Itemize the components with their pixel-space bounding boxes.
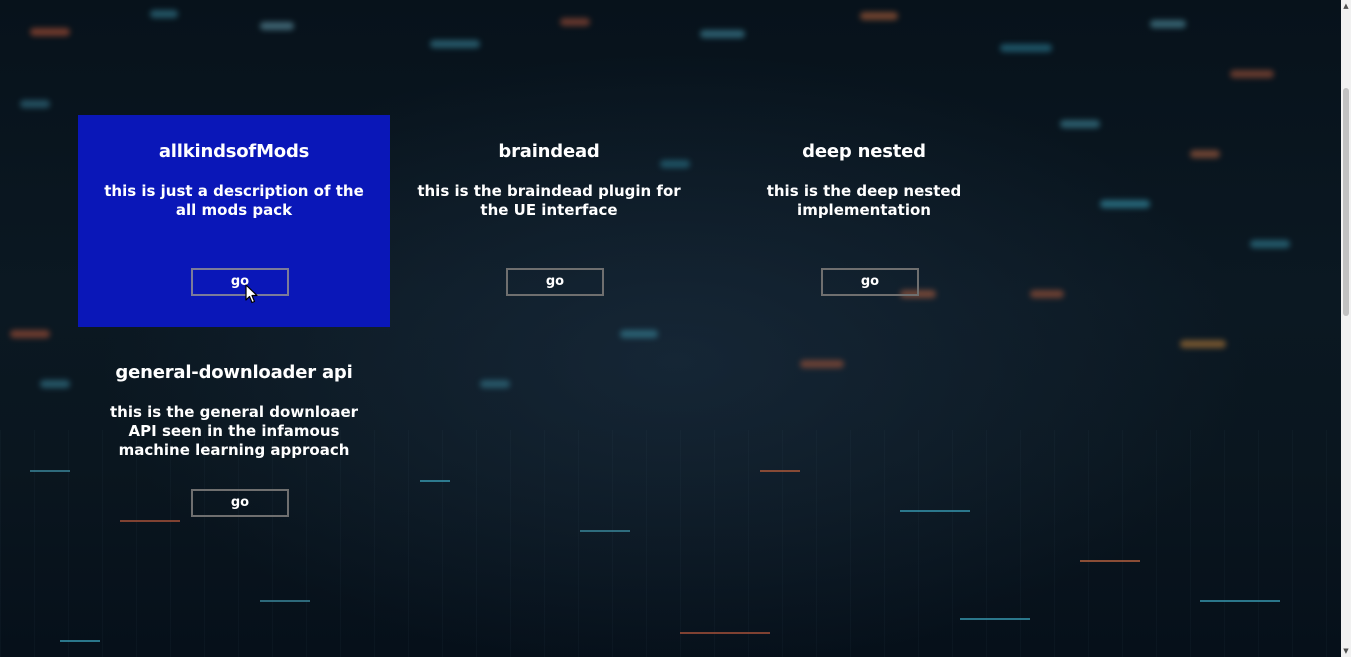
card-title: deep nested xyxy=(802,141,926,162)
card-title: general-downloader api xyxy=(115,362,353,383)
background-blip xyxy=(430,40,480,48)
scroll-down-arrow-icon[interactable]: ▼ xyxy=(1341,645,1351,657)
floor-streak xyxy=(60,640,100,642)
background-blip xyxy=(30,28,70,36)
card-description: this is just a description of the all mo… xyxy=(104,182,364,219)
floor-streak xyxy=(960,618,1030,620)
scrollbar-thumb[interactable] xyxy=(1343,88,1349,316)
background-blip xyxy=(260,22,294,30)
floor-streak xyxy=(680,632,770,634)
background-blip xyxy=(1180,340,1226,348)
background-blip xyxy=(1150,20,1186,28)
floor-streak xyxy=(30,470,70,472)
background-blip xyxy=(1250,240,1290,248)
vertical-scrollbar[interactable]: ▲ ▼ xyxy=(1341,0,1351,657)
background-blip xyxy=(1060,120,1100,128)
scroll-up-arrow-icon[interactable]: ▲ xyxy=(1341,0,1351,12)
data-stream-background xyxy=(0,0,1341,657)
background-blip xyxy=(1000,44,1052,52)
go-button[interactable]: go xyxy=(191,268,289,296)
background-blip xyxy=(560,18,590,26)
mod-card-deep-nested[interactable]: deep nested this is the deep nested impl… xyxy=(708,115,1020,327)
go-button[interactable]: go xyxy=(506,268,604,296)
floor-streak xyxy=(1080,560,1140,562)
floor-streak xyxy=(260,600,310,602)
mod-card-allkindsofmods[interactable]: allkindsofMods this is just a descriptio… xyxy=(78,115,390,327)
background-blip xyxy=(1230,70,1274,78)
floor-streak xyxy=(760,470,800,472)
floor-streak xyxy=(580,530,630,532)
background-blip xyxy=(1190,150,1220,158)
go-button[interactable]: go xyxy=(191,489,289,517)
mod-card-braindead[interactable]: braindead this is the braindead plugin f… xyxy=(393,115,705,327)
card-description: this is the braindead plugin for the UE … xyxy=(417,182,681,219)
background-blip xyxy=(700,30,745,38)
background-blip xyxy=(800,360,844,368)
floor-streak xyxy=(420,480,450,482)
card-title: braindead xyxy=(498,141,600,162)
background-blip xyxy=(1030,290,1064,298)
card-title: allkindsofMods xyxy=(158,141,310,162)
background-blip xyxy=(860,12,898,20)
background-blip xyxy=(1100,200,1150,208)
card-description: this is the deep nested implementation xyxy=(766,182,962,219)
background-blip xyxy=(40,380,70,388)
background-blip xyxy=(480,380,510,388)
go-button[interactable]: go xyxy=(821,268,919,296)
background-blip xyxy=(20,100,50,108)
mouse-pointer-icon xyxy=(245,284,258,304)
floor-streak xyxy=(1200,600,1280,602)
background-blip xyxy=(620,330,658,338)
background-blip xyxy=(150,10,178,18)
floor-streak xyxy=(900,510,970,512)
card-description: this is the general downloaer API seen i… xyxy=(109,403,359,459)
background-blip xyxy=(10,330,50,338)
mod-card-general-downloader-api[interactable]: general-downloader api this is the gener… xyxy=(78,336,390,548)
